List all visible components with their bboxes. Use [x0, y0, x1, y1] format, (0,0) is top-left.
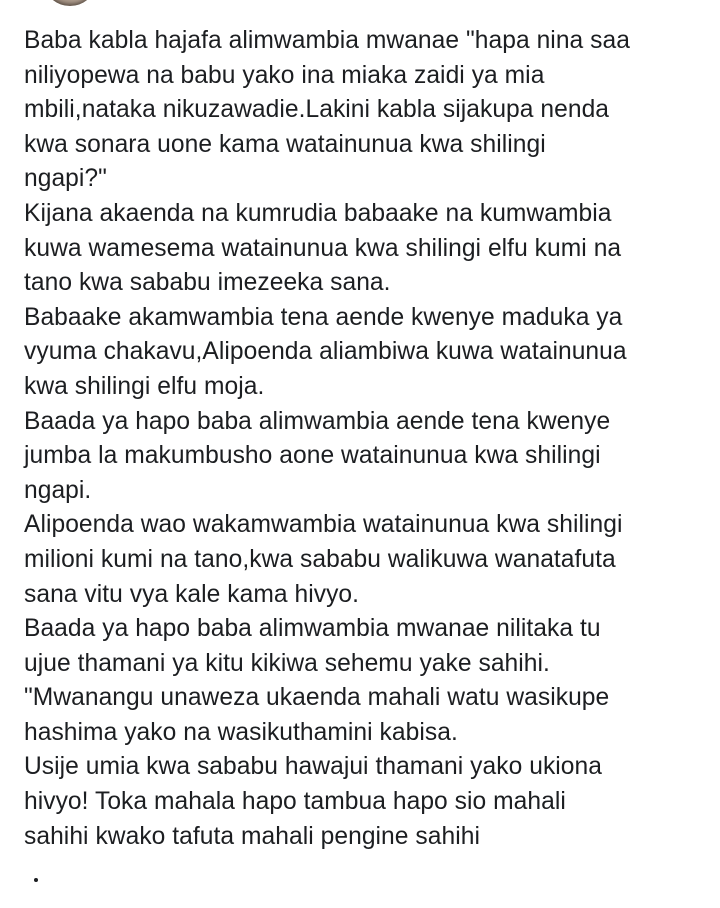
- post-text-line: Baada ya hapo baba alimwambia mwanae nil…: [24, 615, 601, 643]
- post-text-line: tano kwa sababu imezeeka sana.: [24, 269, 391, 297]
- post-text-line: vyuma chakavu,Alipoenda aliambiwa kuwa w…: [24, 338, 627, 366]
- post-text-line: kwa sonara uone kama watainunua kwa shil…: [24, 130, 546, 158]
- post-text-line: Babaake akamwambia tena aende kwenye mad…: [24, 303, 623, 331]
- post-text-line: Alipoenda wao wakamwambia watainunua kwa…: [24, 511, 623, 539]
- avatar-ring: [46, 0, 94, 6]
- post-text-line: ngapi.: [24, 476, 92, 504]
- post-text-line: mbili,nataka nikuzawadie.Lakini kabla si…: [24, 96, 610, 124]
- post-text-line: sana vitu vya kale kama hivyo.: [24, 580, 360, 608]
- post-text-line: hashima yako na wasikuthamini kabisa.: [24, 718, 458, 746]
- post-body-text: Baba kabla hajafa alimwambia mwanae "hap…: [24, 24, 704, 854]
- trailing-dot: [34, 878, 38, 882]
- post-text-line: Kijana akaenda na kumrudia babaake na ku…: [24, 199, 612, 227]
- post-text-line: "Mwanangu unaweza ukaenda mahali watu wa…: [24, 684, 610, 712]
- post-text-line: Usije umia kwa sababu hawajui thamani ya…: [24, 753, 602, 781]
- post-text-line: kwa shilingi elfu moja.: [24, 372, 265, 400]
- post-text-line: Baada ya hapo baba alimwambia aende tena…: [24, 407, 611, 435]
- post-text-line: hivyo! Toka mahala hapo tambua hapo sio …: [24, 788, 566, 816]
- post-text-line: sahihi kwako tafuta mahali pengine sahih…: [24, 822, 480, 850]
- post-text-line: kuwa wamesema watainunua kwa shilingi el…: [24, 234, 622, 262]
- post-text-line: niliyopewa na babu yako ina miaka zaidi …: [24, 61, 545, 89]
- post-text-line: milioni kumi na tano,kwa sababu walikuwa…: [24, 545, 616, 573]
- post-text-line: Baba kabla hajafa alimwambia mwanae "hap…: [24, 27, 630, 54]
- post-text-line: jumba la makumbusho aone watainunua kwa …: [24, 442, 601, 470]
- post-text-line: ujue thamani ya kitu kikiwa sehemu yake …: [24, 649, 550, 677]
- post-text-line: ngapi?": [24, 165, 107, 193]
- profile-avatar-icon[interactable]: [46, 0, 94, 6]
- post-screenshot: Baba kabla hajafa alimwambia mwanae "hap…: [0, 0, 720, 908]
